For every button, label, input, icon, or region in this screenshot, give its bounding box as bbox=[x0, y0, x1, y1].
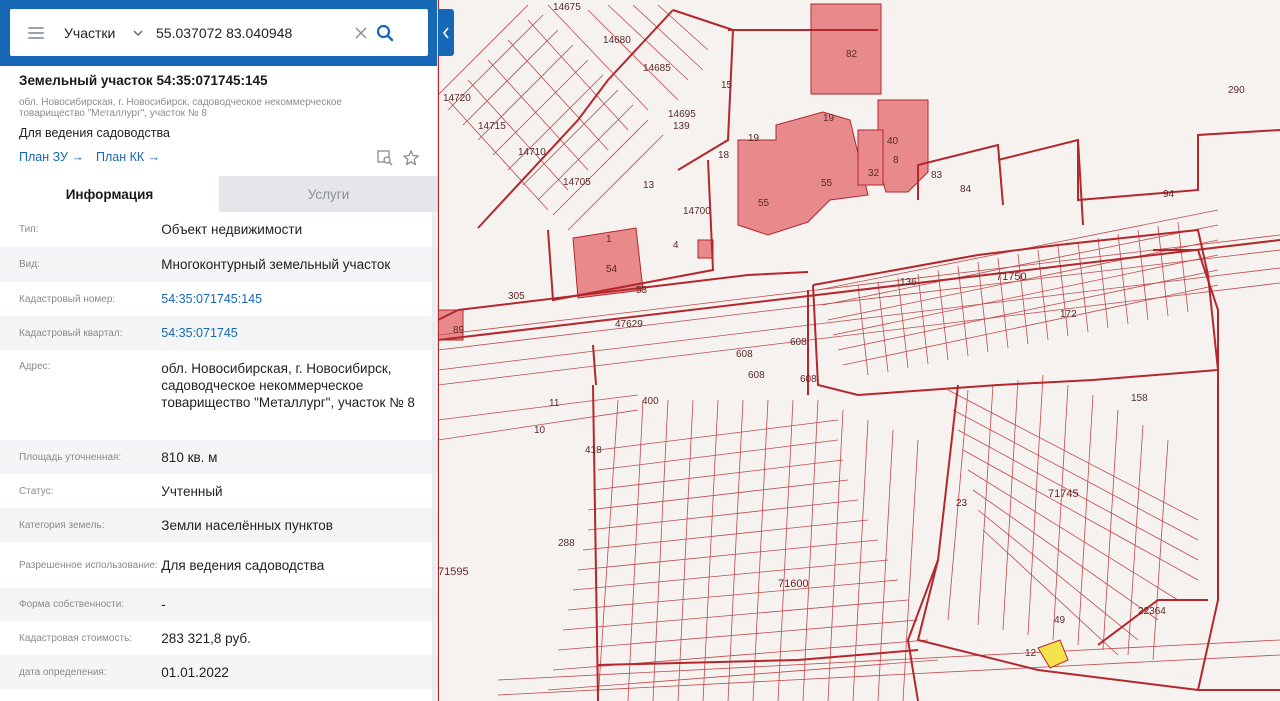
info-key: Статус: bbox=[19, 485, 54, 497]
chevron-left-icon bbox=[442, 27, 449, 38]
info-table: Тип: Объект недвижимости Вид: Многоконту… bbox=[0, 212, 437, 689]
info-row: Статус: Учтенный bbox=[0, 474, 437, 508]
building-54 bbox=[572, 227, 644, 299]
info-key: Вид: bbox=[19, 259, 40, 270]
info-key: Кадастровая стоимость: bbox=[19, 632, 133, 644]
info-row: Разрешенное использование: Для ведения с… bbox=[0, 542, 437, 588]
info-value: - bbox=[161, 597, 166, 612]
info-value: Многоконтурный земельный участок bbox=[161, 257, 391, 272]
search-bar: Участки bbox=[0, 0, 437, 66]
selected-parcel[interactable] bbox=[1037, 639, 1069, 669]
info-value: Учтенный bbox=[161, 483, 223, 499]
info-key: Категория земель: bbox=[19, 519, 105, 531]
info-row: Кадастровый номер: 54:35:071745:145 bbox=[0, 282, 437, 316]
parcel-address-short: обл. Новосибирская, г. Новосибирск, садо… bbox=[19, 97, 342, 119]
info-value: Для ведения садоводства bbox=[161, 557, 325, 573]
search-type-select[interactable]: Участки bbox=[64, 25, 130, 41]
info-key: Разрешенное использование: bbox=[19, 559, 158, 571]
info-row: дата определения: 01.01.2022 bbox=[0, 655, 437, 689]
plan-kk-link[interactable]: План КК → bbox=[96, 150, 160, 164]
info-row: Форма собственности: - bbox=[0, 588, 437, 621]
parcel-purpose: Для ведения садоводства bbox=[19, 126, 170, 140]
building-40 bbox=[877, 99, 929, 193]
parcel-title: Земельный участок 54:35:071745:145 bbox=[19, 73, 268, 88]
measure-icon[interactable] bbox=[376, 149, 394, 167]
scrollbar[interactable] bbox=[432, 212, 436, 701]
chevron-down-icon[interactable] bbox=[132, 27, 144, 39]
info-value: 810 кв. м bbox=[161, 449, 218, 465]
info-key: Кадастровый номер: bbox=[19, 293, 116, 305]
info-key: Площадь уточненная: bbox=[19, 451, 122, 463]
tab-information[interactable]: Информация bbox=[0, 176, 219, 212]
panel-tabs: Информация Услуги bbox=[0, 176, 437, 212]
info-value: Объект недвижимости bbox=[161, 222, 303, 237]
search-box: Участки bbox=[10, 9, 428, 56]
building-55 bbox=[737, 111, 869, 236]
info-row: Кадастровая стоимость: 283 321,8 руб. bbox=[0, 621, 437, 655]
info-row: Адрес: обл. Новосибирская, г. Новосибирс… bbox=[0, 350, 437, 440]
clear-icon[interactable] bbox=[354, 26, 368, 40]
map-canvas[interactable] bbox=[438, 0, 1280, 701]
info-key: Кадастровый квартал: bbox=[19, 327, 123, 339]
cadastral-quarter-link[interactable]: 54:35:071745 bbox=[161, 325, 422, 342]
collapse-panel-button[interactable] bbox=[438, 9, 454, 56]
info-panel: Участки Земельный участок 54:35:071745:1… bbox=[0, 0, 438, 701]
info-key: Форма собственности: bbox=[19, 599, 125, 610]
building-32 bbox=[857, 129, 884, 186]
building-small bbox=[697, 239, 714, 259]
cadastral-map[interactable]: 14675 14680 14685 14695 139 14720 14715 … bbox=[438, 0, 1280, 701]
info-value: 283 321,8 руб. bbox=[161, 630, 251, 646]
info-row: Площадь уточненная: 810 кв. м bbox=[0, 440, 437, 474]
info-row: Вид: Многоконтурный земельный участок bbox=[0, 247, 437, 282]
info-row: Кадастровый квартал: 54:35:071745 bbox=[0, 316, 437, 350]
plan-zu-link[interactable]: План ЗУ → bbox=[19, 150, 84, 164]
building-82 bbox=[810, 3, 882, 95]
info-key: Адрес: bbox=[19, 361, 51, 372]
search-input[interactable] bbox=[156, 24, 346, 41]
info-key: дата определения: bbox=[19, 666, 107, 678]
info-value: обл. Новосибирская, г. Новосибирск, садо… bbox=[161, 361, 415, 410]
cadastral-number-link[interactable]: 54:35:071745:145 bbox=[161, 291, 422, 308]
info-row: Тип: Объект недвижимости bbox=[0, 212, 437, 247]
menu-icon[interactable] bbox=[28, 26, 44, 39]
tab-services[interactable]: Услуги bbox=[219, 176, 437, 212]
info-row: Категория земель: Земли населённых пункт… bbox=[0, 508, 437, 542]
search-icon[interactable] bbox=[376, 24, 394, 42]
star-icon[interactable] bbox=[402, 149, 420, 167]
info-value: Земли населённых пунктов bbox=[161, 517, 333, 533]
info-key: Тип: bbox=[19, 224, 39, 235]
info-value: 01.01.2022 bbox=[161, 664, 229, 680]
